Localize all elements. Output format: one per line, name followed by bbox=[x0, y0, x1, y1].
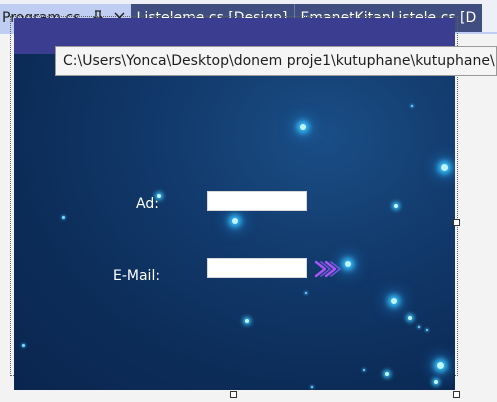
sparkle bbox=[300, 124, 306, 130]
sparkle bbox=[363, 369, 365, 371]
sparkle bbox=[391, 298, 397, 304]
resize-handle-right[interactable] bbox=[453, 219, 460, 226]
sparkle bbox=[408, 316, 412, 320]
sparkle bbox=[62, 216, 65, 219]
ad-textbox[interactable] bbox=[207, 191, 307, 211]
sparkle bbox=[232, 218, 238, 224]
sparkle bbox=[385, 372, 389, 376]
sparkle bbox=[22, 344, 25, 347]
sparkle bbox=[418, 326, 420, 328]
double-chevron-right-icon bbox=[314, 260, 341, 278]
email-label: E-Mail: bbox=[113, 268, 161, 284]
sparkle bbox=[394, 204, 398, 208]
sparkle bbox=[411, 105, 413, 107]
sparkle bbox=[426, 329, 428, 331]
sparkle bbox=[441, 164, 448, 171]
sparkle bbox=[245, 319, 249, 323]
resize-handle-corner[interactable] bbox=[453, 391, 460, 398]
sparkle bbox=[437, 362, 444, 369]
resize-handle-bottom[interactable] bbox=[230, 391, 237, 398]
tooltip-text: C:\Users\Yonca\Desktop\donem proje1\kutu… bbox=[63, 53, 497, 69]
sparkle bbox=[305, 292, 307, 294]
form-client-area[interactable]: Ad: E-Mail: bbox=[14, 54, 455, 390]
ad-label: Ad: bbox=[136, 196, 159, 212]
email-textbox[interactable] bbox=[207, 258, 307, 278]
file-path-tooltip: C:\Users\Yonca\Desktop\donem proje1\kutu… bbox=[55, 46, 497, 76]
sparkle bbox=[434, 380, 438, 384]
sparkle bbox=[311, 386, 313, 388]
submit-arrow-button[interactable] bbox=[313, 259, 347, 279]
